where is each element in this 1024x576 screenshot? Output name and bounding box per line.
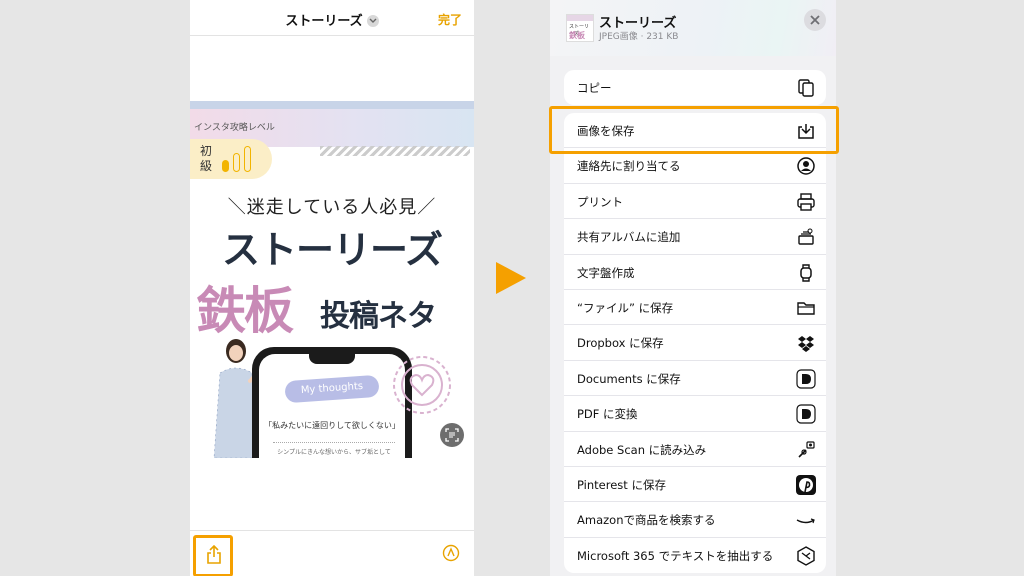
- phone-mockup-screen: My thoughts 「私みたいに遠回りして欲しくない」 シンプルにきんな想い…: [259, 354, 405, 458]
- thought-bubble: My thoughts: [284, 374, 380, 404]
- amazon-icon: [796, 518, 815, 524]
- microsoft-365-icon: [797, 545, 815, 566]
- action-assign-contact[interactable]: 連絡先に割り当てる: [564, 148, 826, 184]
- story-subtitle: ＼迷走している人必見／: [227, 197, 437, 218]
- action-print[interactable]: プリント: [564, 184, 826, 220]
- close-icon: [810, 15, 820, 25]
- heart-circle-icon: [393, 356, 451, 414]
- viewer-header: ストーリーズ 完了: [190, 0, 474, 36]
- action-microsoft-365[interactable]: Microsoft 365 でテキストを抽出する: [564, 538, 826, 573]
- save-image-icon: [798, 124, 814, 139]
- adobe-scan-icon: [798, 440, 815, 458]
- share-icon: [207, 545, 221, 564]
- copy-group: コピー: [564, 70, 826, 106]
- image-thumbnail: ストーリーズ 鉄板: [566, 14, 594, 42]
- action-dropbox[interactable]: Dropbox に保存: [564, 325, 826, 361]
- action-label: Adobe Scan に読み込み: [577, 442, 707, 457]
- action-label: コピー: [577, 81, 612, 95]
- action-label: Documents に保存: [577, 371, 681, 386]
- arrow-right-icon: [496, 262, 526, 294]
- story-big-subtitle: 投稿ネタ: [320, 299, 437, 334]
- action-copy[interactable]: コピー: [564, 70, 826, 105]
- story-image[interactable]: インスタ攻略レベル 初級 ＼迷走している人必見／ ストーリーズ 鉄板 投稿ネタ …: [190, 101, 474, 458]
- action-label: 共有アルバムに追加: [577, 230, 681, 245]
- copy-icon: [798, 79, 814, 97]
- album-title[interactable]: ストーリーズ: [190, 10, 474, 29]
- markup-icon[interactable]: [442, 544, 460, 562]
- story-tag: インスタ攻略レベル: [194, 123, 275, 133]
- action-adobe-scan[interactable]: Adobe Scan に読み込み: [564, 432, 826, 467]
- story-big-title: 鉄板: [196, 282, 294, 340]
- action-label: 文字盤作成: [577, 265, 635, 280]
- share-button[interactable]: [193, 535, 233, 576]
- action-documents[interactable]: Documents に保存: [564, 361, 826, 397]
- printer-icon: [797, 193, 815, 211]
- small-text: シンプルにきんな想いから、サブ垢として: [277, 449, 391, 456]
- action-save-image[interactable]: 画像を保存: [564, 113, 826, 149]
- shared-album-icon: [798, 228, 814, 245]
- action-pinterest[interactable]: Pinterest に保存: [564, 467, 826, 503]
- action-label: PDF に変換: [577, 407, 638, 422]
- action-watch-face[interactable]: 文字盤作成: [564, 255, 826, 290]
- story-main-title: ストーリーズ: [221, 228, 443, 272]
- action-save-files[interactable]: “ファイル” に保存: [564, 290, 826, 326]
- contact-icon: [797, 157, 815, 176]
- album-title-text: ストーリーズ: [285, 14, 363, 29]
- close-button[interactable]: [804, 9, 826, 31]
- dropbox-icon: [798, 336, 814, 353]
- action-label: Dropbox に保存: [577, 336, 664, 351]
- share-sheet-subtitle: JPEG画像 · 231 KB: [599, 32, 679, 42]
- story-band-top: [190, 101, 474, 109]
- done-button[interactable]: 完了: [438, 11, 462, 28]
- action-label: プリント: [577, 194, 623, 209]
- pdf-icon: [796, 404, 816, 424]
- pinterest-icon: [796, 474, 816, 495]
- action-pdf[interactable]: PDF に変換: [564, 396, 826, 432]
- phone-mockup: My thoughts 「私みたいに遠回りして欲しくない」 シンプルにきんな想い…: [252, 347, 412, 458]
- thumbnail-text-big: 鉄板: [569, 31, 585, 40]
- quote-text: 「私みたいに遠回りして欲しくない」: [264, 421, 400, 430]
- share-sheet: ストーリーズ 鉄板 ストーリーズ JPEG画像 · 231 KB コピー 画像を…: [550, 0, 836, 576]
- viewer-toolbar: [190, 530, 474, 576]
- action-label: 画像を保存: [577, 124, 635, 138]
- action-label: Microsoft 365 でテキストを抽出する: [577, 548, 774, 563]
- photo-viewer: ストーリーズ 完了 インスタ攻略レベル 初級 ＼迷走している人必見／ ストーリー…: [190, 0, 474, 576]
- action-amazon[interactable]: Amazonで商品を検索する: [564, 502, 826, 538]
- level-badge: 初級: [190, 139, 272, 179]
- action-label: Pinterest に保存: [577, 477, 666, 492]
- folder-icon: [797, 302, 815, 315]
- documents-icon: [796, 369, 816, 389]
- action-label: 連絡先に割り当てる: [577, 159, 681, 174]
- small-text-block: シンプルにきんな想いから、サブ垢として: [273, 442, 395, 458]
- action-shared-album[interactable]: 共有アルバムに追加: [564, 219, 826, 255]
- stripe-decoration: [320, 146, 470, 156]
- action-label: “ファイル” に保存: [577, 300, 674, 315]
- live-text-scan-icon[interactable]: [440, 423, 464, 447]
- watch-icon: [800, 263, 812, 282]
- actions-group: 画像を保存 連絡先に割り当てる プリント 共有アルバムに追加 文字盤作成 “ファ…: [564, 113, 826, 574]
- action-label: Amazonで商品を検索する: [577, 513, 716, 528]
- level-label: 初級: [200, 144, 213, 173]
- share-sheet-header: ストーリーズ 鉄板 ストーリーズ JPEG画像 · 231 KB: [550, 0, 836, 56]
- chevron-down-icon[interactable]: [366, 14, 379, 27]
- phone-notch: [309, 354, 355, 364]
